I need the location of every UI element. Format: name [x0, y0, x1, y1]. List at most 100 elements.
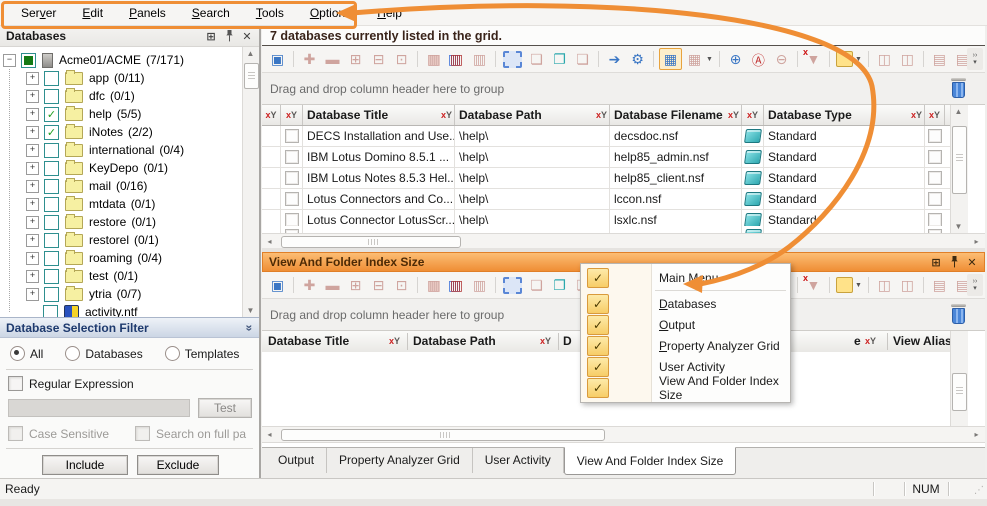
find-letter-icon[interactable]: Ⓐ — [748, 49, 769, 69]
tree-checkbox[interactable] — [44, 233, 59, 248]
expand-expander-icon[interactable]: + — [26, 216, 39, 229]
tree-item-help[interactable]: +✓ help(5/5) — [0, 105, 259, 123]
tree-item-restorel[interactable]: + restorel(0/1) — [0, 231, 259, 249]
expand-expander-icon[interactable]: + — [26, 72, 39, 85]
column-layout-icon[interactable]: ▥ — [469, 49, 490, 69]
column-filter-icon[interactable]: xY — [265, 110, 276, 120]
row-checkbox[interactable] — [928, 129, 942, 143]
column-filter-icon[interactable]: xY — [286, 110, 297, 120]
tree-item-dfc[interactable]: + dfc(0/1) — [0, 87, 259, 105]
column-layout-icon[interactable]: ▥ — [469, 275, 490, 295]
menu-item-options[interactable]: Options — [297, 3, 364, 23]
insert-after-icon[interactable]: ⊟ — [368, 49, 389, 69]
tree-item-mail[interactable]: + mail(0/16) — [0, 177, 259, 195]
expand-expander-icon[interactable]: + — [26, 126, 39, 139]
row-checkbox[interactable] — [285, 150, 299, 164]
column-header-database-filename[interactable]: Database FilenamexY — [610, 105, 742, 125]
checked-checkbox-icon[interactable]: ✓ — [587, 268, 609, 288]
row-checkbox[interactable] — [285, 213, 299, 227]
tree-item-restore[interactable]: + restore(0/1) — [0, 213, 259, 231]
tree-checkbox[interactable] — [44, 287, 59, 302]
column-header-blank[interactable]: xY — [262, 105, 281, 125]
sticky-note-icon[interactable] — [836, 277, 853, 293]
column-header-blank[interactable]: xY — [925, 105, 945, 125]
exclude-button[interactable]: Exclude — [137, 455, 219, 475]
tree-checkbox[interactable] — [44, 269, 59, 284]
insert-before-icon[interactable]: ⊞ — [345, 275, 366, 295]
column-header-partial[interactable]: D — [563, 331, 572, 351]
case-sensitive-checkbox[interactable] — [8, 426, 23, 441]
remove-row-icon[interactable]: ▬ — [322, 275, 343, 295]
checked-checkbox-icon[interactable]: ✓ — [587, 294, 609, 314]
table-row[interactable]: IBM Lotus Domino 8.5.1 ... \help\ help85… — [262, 147, 950, 168]
row-checkbox[interactable] — [285, 129, 299, 143]
dropdown-arrow-icon[interactable]: ▼ — [855, 56, 862, 63]
scroll-down-icon[interactable]: ▼ — [953, 222, 964, 231]
tree-item-test[interactable]: + test(0/1) — [0, 267, 259, 285]
expand-expander-icon[interactable]: + — [26, 234, 39, 247]
tree-item-roaming[interactable]: + roaming(0/4) — [0, 249, 259, 267]
scroll-left-icon[interactable]: ◂ — [263, 234, 276, 249]
tab-output[interactable]: Output — [266, 448, 327, 473]
scroll-up-icon[interactable]: ▲ — [953, 107, 964, 116]
lower-horizontal-scrollbar[interactable]: ◂ ▸ — [262, 426, 985, 443]
toolbar-overflow-icon[interactable]: ››▾ — [967, 274, 983, 296]
tree-checkbox[interactable] — [44, 251, 59, 266]
tree-item-keydepo[interactable]: + KeyDepo(0/1) — [0, 159, 259, 177]
column-header-database-title[interactable]: Database TitlexY — [303, 105, 455, 125]
tab-user-activity[interactable]: User Activity — [473, 448, 564, 473]
expand-expander-icon[interactable]: + — [26, 162, 39, 175]
database-properties-icon[interactable]: ▣ — [267, 275, 288, 295]
column-filter-icon[interactable]: xY — [596, 110, 607, 120]
collapse-expander-icon[interactable]: − — [3, 54, 16, 67]
zoom-out-icon[interactable]: ⊖ — [771, 49, 792, 69]
menu-item-search[interactable]: Search — [179, 3, 243, 23]
grid-layout-icon[interactable]: ▦ — [659, 48, 682, 70]
radio-templates[interactable] — [165, 346, 180, 361]
scroll-down-icon[interactable]: ▼ — [245, 306, 256, 315]
tree-checkbox[interactable] — [43, 305, 58, 318]
filter-icon-slot[interactable]: xY — [540, 331, 551, 351]
column-filter-icon[interactable]: xY — [747, 110, 758, 120]
tree-checkbox[interactable] — [44, 179, 59, 194]
toolbar-grip[interactable] — [2, 4, 7, 21]
row-checkbox[interactable] — [928, 150, 942, 164]
collapse-left-icon[interactable]: ◫ — [874, 275, 895, 295]
column-filter-icon[interactable]: xY — [728, 110, 739, 120]
column-filter-icon[interactable]: xY — [540, 336, 551, 346]
tree-checkbox[interactable] — [44, 89, 59, 104]
row-checkbox[interactable] — [285, 171, 299, 185]
sticky-note-icon[interactable] — [836, 51, 853, 67]
table-row[interactable]: IBM Lotus Notes 8.5.3 Hel... \help\ help… — [262, 168, 950, 189]
expand-expander-icon[interactable]: + — [26, 198, 39, 211]
radio-databases[interactable] — [65, 346, 80, 361]
scroll-left-icon[interactable]: ◂ — [263, 427, 276, 442]
expand-expander-icon[interactable]: + — [26, 270, 39, 283]
copy-options-icon[interactable]: ❏ — [572, 49, 593, 69]
clear-filter-icon[interactable]: ▼x — [803, 49, 824, 69]
dropdown-arrow-icon[interactable]: ▼ — [706, 56, 713, 63]
scrollbar-thumb[interactable] — [952, 126, 967, 194]
copy-grid-icon[interactable]: ❐ — [549, 49, 570, 69]
select-related-icon[interactable]: ⊡ — [391, 275, 412, 295]
highlight-column-icon[interactable]: ▥ — [446, 275, 467, 295]
expand-expander-icon[interactable]: + — [26, 108, 39, 121]
tree-item-mtdata[interactable]: + mtdata(0/1) — [0, 195, 259, 213]
menu-item-panels[interactable]: Panels — [116, 3, 179, 23]
automation-icon[interactable]: ⚙ — [627, 49, 648, 69]
row-checkbox[interactable] — [928, 171, 942, 185]
tree-item-international[interactable]: + international(0/4) — [0, 141, 259, 159]
row-checkbox[interactable] — [928, 192, 942, 206]
highlight-column-icon[interactable]: ▥ — [446, 49, 467, 69]
collapse-chevron-icon[interactable]: » — [243, 324, 257, 331]
tree-checkbox[interactable] — [44, 143, 59, 158]
filter-icon-slot[interactable]: xY — [865, 331, 876, 351]
grid-layout-menu-icon[interactable]: ▦ — [684, 49, 705, 69]
scrollbar-thumb[interactable] — [281, 236, 461, 248]
collapse-right-icon[interactable]: ◫ — [897, 49, 918, 69]
add-row-icon[interactable]: ✚ — [299, 49, 320, 69]
float-panel-icon[interactable]: ⊞ — [928, 255, 944, 269]
report-icon[interactable]: ▤ — [929, 49, 950, 69]
tab-property-analyzer-grid[interactable]: Property Analyzer Grid — [327, 448, 473, 473]
trash-icon[interactable] — [950, 304, 967, 325]
